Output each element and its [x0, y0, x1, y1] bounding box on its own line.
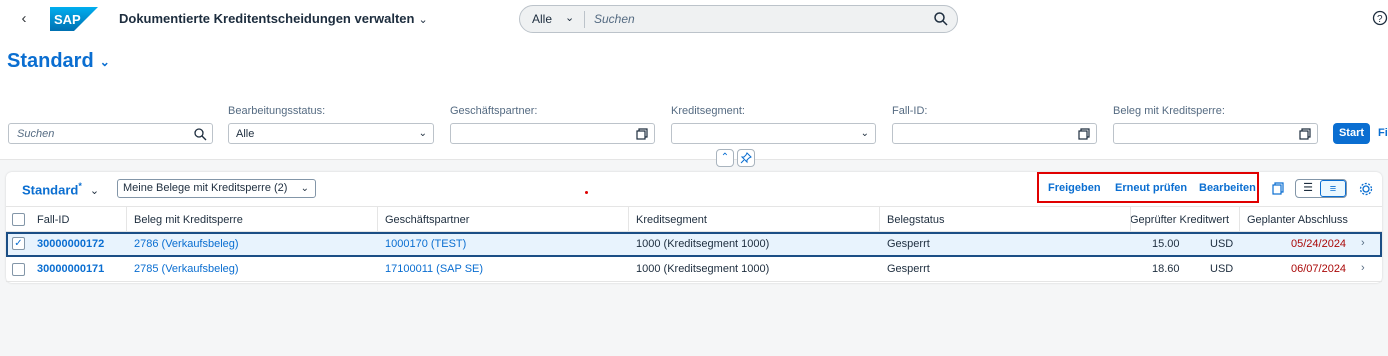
table-title-text: Standard — [22, 182, 79, 198]
row-navigation-icon[interactable]: › — [1361, 237, 1365, 249]
view-toggle[interactable]: ☰ ≡ — [1295, 179, 1347, 198]
case-field[interactable] — [892, 123, 1097, 144]
value-help-icon[interactable] — [635, 127, 649, 141]
sap-logo[interactable]: SAP — [50, 7, 98, 31]
svg-text:SAP: SAP — [54, 12, 81, 27]
col-case-id[interactable]: Fall-ID — [37, 214, 69, 226]
search-icon[interactable] — [933, 11, 949, 27]
variant-title[interactable]: Standard ⌄ — [7, 50, 110, 73]
header-toggle-group: ⌃ — [716, 149, 755, 169]
amount-cell: 15.00 — [1152, 238, 1180, 250]
chevron-down-icon: ⌄ — [89, 185, 100, 198]
case-id-link[interactable]: 30000000172 — [37, 238, 104, 250]
closing-date-cell: 06/07/2024 — [1291, 263, 1347, 275]
svg-text:?: ? — [1377, 14, 1383, 25]
pin-header-icon[interactable] — [737, 149, 755, 167]
search-input[interactable]: Suchen — [594, 12, 635, 26]
column-divider — [126, 206, 127, 232]
segment-label: Kreditsegment: — [671, 105, 745, 117]
col-partner[interactable]: Geschäftspartner — [385, 214, 469, 226]
closing-date-cell: 05/24/2024 — [1291, 238, 1347, 250]
row-checkbox[interactable]: ✓ — [12, 237, 25, 250]
col-segment[interactable]: Kreditsegment — [636, 214, 707, 226]
table-variant-select[interactable]: Meine Belege mit Kreditsperre (2) ⌄ — [117, 179, 316, 198]
select-all-checkbox[interactable] — [12, 213, 25, 226]
amount-cell: 18.60 — [1152, 263, 1180, 275]
col-document[interactable]: Beleg mit Kreditsperre — [134, 214, 243, 226]
list-view-icon[interactable]: ≡ — [1320, 180, 1346, 197]
currency-cell: USD — [1210, 238, 1234, 250]
global-search[interactable]: Alle ⌄ Suchen — [519, 5, 958, 33]
status-value: Alle — [236, 128, 255, 140]
chevron-down-icon[interactable]: ⌄ — [301, 180, 309, 197]
tree-view-icon[interactable]: ☰ — [1296, 180, 1320, 197]
partner-link[interactable]: 1000170 (TEST) — [385, 238, 466, 250]
row-navigation-icon[interactable]: › — [1361, 262, 1365, 274]
segment-cell: 1000 (Kreditsegment 1000) — [636, 263, 770, 275]
chevron-down-icon[interactable]: ⌄ — [565, 11, 574, 24]
marker-dot — [585, 191, 588, 194]
shell-bar: ‹ SAP Dokumentierte Kreditentscheidungen… — [0, 0, 1388, 38]
back-arrow-icon[interactable]: ‹ — [16, 9, 32, 29]
table-row[interactable]: 30000000171 2785 (Verkaufsbeleg) 1710001… — [6, 258, 1382, 282]
column-divider — [377, 206, 378, 232]
collapse-header-icon[interactable]: ⌃ — [716, 149, 734, 167]
variant-title-text: Standard — [7, 50, 94, 72]
divider — [584, 11, 585, 28]
gear-icon[interactable] — [1355, 179, 1377, 198]
basic-search-field[interactable]: Suchen — [8, 123, 213, 144]
chevron-down-icon: ⌄ — [418, 14, 428, 26]
col-amount[interactable]: Geprüfter Kreditwert — [1130, 214, 1229, 226]
app-title-text: Dokumentierte Kreditentscheidungen verwa… — [119, 11, 415, 26]
status-label: Bearbeitungsstatus: — [228, 105, 326, 117]
col-status[interactable]: Belegstatus — [887, 214, 944, 226]
filters-button[interactable]: Fil — [1378, 127, 1388, 139]
help-icon[interactable]: ? — [1372, 10, 1388, 26]
start-button[interactable]: Start — [1333, 123, 1370, 144]
document-link[interactable]: 2786 (Verkaufsbeleg) — [134, 238, 239, 250]
value-help-icon[interactable] — [1077, 127, 1091, 141]
filter-header: Standard ⌄ Suchen Bearbeitungsstatus: All… — [0, 38, 1388, 167]
search-scope[interactable]: Alle — [532, 12, 552, 26]
document-link[interactable]: 2785 (Verkaufsbeleg) — [134, 263, 239, 275]
segment-cell: 1000 (Kreditsegment 1000) — [636, 238, 770, 250]
chevron-down-icon[interactable]: ⌄ — [419, 128, 427, 139]
chevron-down-icon[interactable]: ⌄ — [861, 128, 869, 139]
partner-field[interactable] — [450, 123, 655, 144]
case-label: Fall-ID: — [892, 105, 928, 117]
table-variant-title[interactable]: Standard* ⌄ — [22, 181, 99, 197]
value-help-icon[interactable] — [1298, 127, 1312, 141]
modified-mark: * — [78, 181, 82, 191]
search-icon[interactable] — [193, 127, 207, 141]
basic-search-placeholder: Suchen — [17, 128, 55, 140]
status-select[interactable]: Alle ⌄ — [228, 123, 434, 144]
table-row[interactable]: ✓ 30000000172 2786 (Verkaufsbeleg) 10001… — [6, 232, 1382, 257]
row-checkbox[interactable] — [12, 263, 25, 276]
recheck-button[interactable]: Erneut prüfen — [1115, 182, 1187, 194]
partner-link[interactable]: 17100011 (SAP SE) — [385, 263, 483, 275]
edit-button[interactable]: Bearbeiten — [1199, 182, 1256, 194]
status-cell: Gesperrt — [887, 263, 930, 275]
column-divider — [879, 206, 880, 232]
currency-cell: USD — [1210, 263, 1234, 275]
copy-icon[interactable] — [1267, 179, 1289, 198]
case-id-link[interactable]: 30000000171 — [37, 263, 104, 275]
table-variant-value: Meine Belege mit Kreditsperre (2) — [123, 182, 288, 194]
column-divider — [1130, 206, 1131, 232]
column-divider — [628, 206, 629, 232]
segment-select[interactable]: ⌄ — [671, 123, 876, 144]
chevron-down-icon: ⌄ — [99, 54, 110, 69]
table-card: Standard* ⌄ Meine Belege mit Kreditsperre… — [6, 172, 1382, 283]
table-header: Fall-ID Beleg mit Kreditsperre Geschäfts… — [6, 206, 1382, 232]
app-title[interactable]: Dokumentierte Kreditentscheidungen verwa… — [119, 11, 428, 26]
col-closing[interactable]: Geplanter Abschluss — [1247, 214, 1348, 226]
status-cell: Gesperrt — [887, 238, 930, 250]
partner-label: Geschäftspartner: — [450, 105, 538, 117]
column-divider — [1239, 206, 1240, 232]
doc-field[interactable] — [1113, 123, 1318, 144]
release-button[interactable]: Freigeben — [1048, 182, 1101, 194]
doc-label: Beleg mit Kreditsperre: — [1113, 105, 1225, 117]
